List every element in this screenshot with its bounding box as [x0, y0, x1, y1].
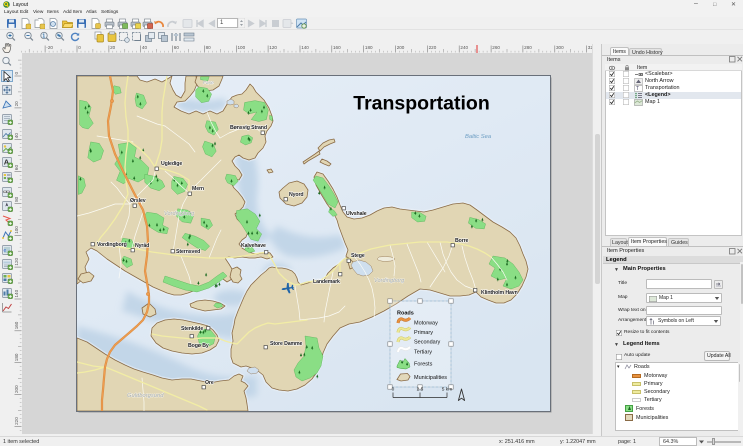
svg-text:Bogø By: Bogø By: [188, 343, 209, 349]
svg-text:280: 280: [524, 45, 532, 50]
svg-text:180: 180: [365, 45, 373, 50]
svg-text:160: 160: [333, 45, 341, 50]
svg-text:Ørslev: Ørslev: [130, 198, 146, 204]
svg-text:Nyråd: Nyråd: [135, 242, 149, 249]
svg-text:Kalvehave: Kalvehave: [241, 243, 266, 249]
svg-text:Klintholm Havn: Klintholm Havn: [481, 290, 518, 296]
svg-text:120: 120: [269, 45, 277, 50]
svg-text:Sternsved: Sternsved: [176, 249, 200, 255]
svg-text:80: 80: [206, 45, 212, 50]
svg-text:160: 160: [14, 321, 19, 329]
svg-text:Vordingborg: Vordingborg: [164, 211, 195, 217]
svg-text:-20: -20: [46, 45, 53, 50]
svg-text:Stenkilde: Stenkilde: [181, 326, 203, 332]
svg-text:40: 40: [14, 133, 19, 139]
svg-text:Borre: Borre: [455, 238, 469, 244]
svg-text:Stege: Stege: [351, 253, 365, 259]
svg-text:0: 0: [392, 387, 395, 393]
svg-text:2.5: 2.5: [417, 387, 424, 393]
svg-text:0: 0: [14, 72, 19, 75]
svg-text:60: 60: [174, 45, 180, 50]
svg-text:Landemark: Landemark: [313, 279, 340, 285]
svg-text:5 km: 5 km: [442, 387, 452, 393]
svg-text:80: 80: [14, 196, 19, 202]
svg-text:260: 260: [492, 45, 500, 50]
svg-text:20: 20: [110, 45, 116, 50]
svg-text:Bønsvig Strand: Bønsvig Strand: [230, 125, 267, 131]
svg-text:Vordingborg: Vordingborg: [374, 278, 405, 284]
svg-text:Baltic Sea: Baltic Sea: [465, 134, 492, 140]
svg-text:Ore: Ore: [205, 380, 214, 386]
svg-text:140: 140: [301, 45, 309, 50]
svg-text:Guldborgsund: Guldborgsund: [127, 393, 164, 399]
svg-text:300: 300: [556, 45, 564, 50]
svg-text:Municipalities: Municipalities: [414, 375, 447, 381]
svg-text:Forests: Forests: [414, 362, 433, 368]
svg-text:60: 60: [14, 165, 19, 171]
svg-text:220: 220: [429, 45, 437, 50]
svg-text:0: 0: [78, 45, 81, 50]
svg-text:100: 100: [14, 226, 19, 234]
svg-text:Mern: Mern: [192, 186, 204, 192]
svg-text:Store Damme: Store Damme: [270, 341, 303, 347]
svg-text:200: 200: [397, 45, 405, 50]
svg-text:180: 180: [14, 353, 19, 361]
svg-text:40: 40: [142, 45, 148, 50]
svg-text:Secondary: Secondary: [414, 340, 441, 346]
svg-text:Ugledige: Ugledige: [161, 161, 182, 167]
svg-text:20: 20: [14, 101, 19, 107]
svg-text:Transportation: Transportation: [353, 93, 490, 115]
svg-text:1: 1: [42, 33, 45, 39]
svg-text:120: 120: [14, 257, 19, 265]
svg-text:140: 140: [14, 289, 19, 297]
svg-text:220: 220: [14, 417, 19, 425]
svg-text:Vordingborg: Vordingborg: [97, 242, 127, 248]
svg-text:Roads: Roads: [397, 311, 414, 317]
svg-text:240: 240: [460, 45, 468, 50]
svg-text:Primary: Primary: [414, 330, 433, 336]
svg-text:100: 100: [238, 45, 246, 50]
svg-text:Tertiary: Tertiary: [414, 350, 432, 356]
svg-text:Motorway: Motorway: [414, 321, 438, 327]
svg-text:e: e: [4, 248, 7, 254]
svg-text:Nyord: Nyord: [289, 192, 304, 198]
svg-text:200: 200: [14, 385, 19, 393]
svg-text:Ulvshale: Ulvshale: [346, 211, 367, 217]
svg-text:Faxe: Faxe: [203, 80, 214, 86]
